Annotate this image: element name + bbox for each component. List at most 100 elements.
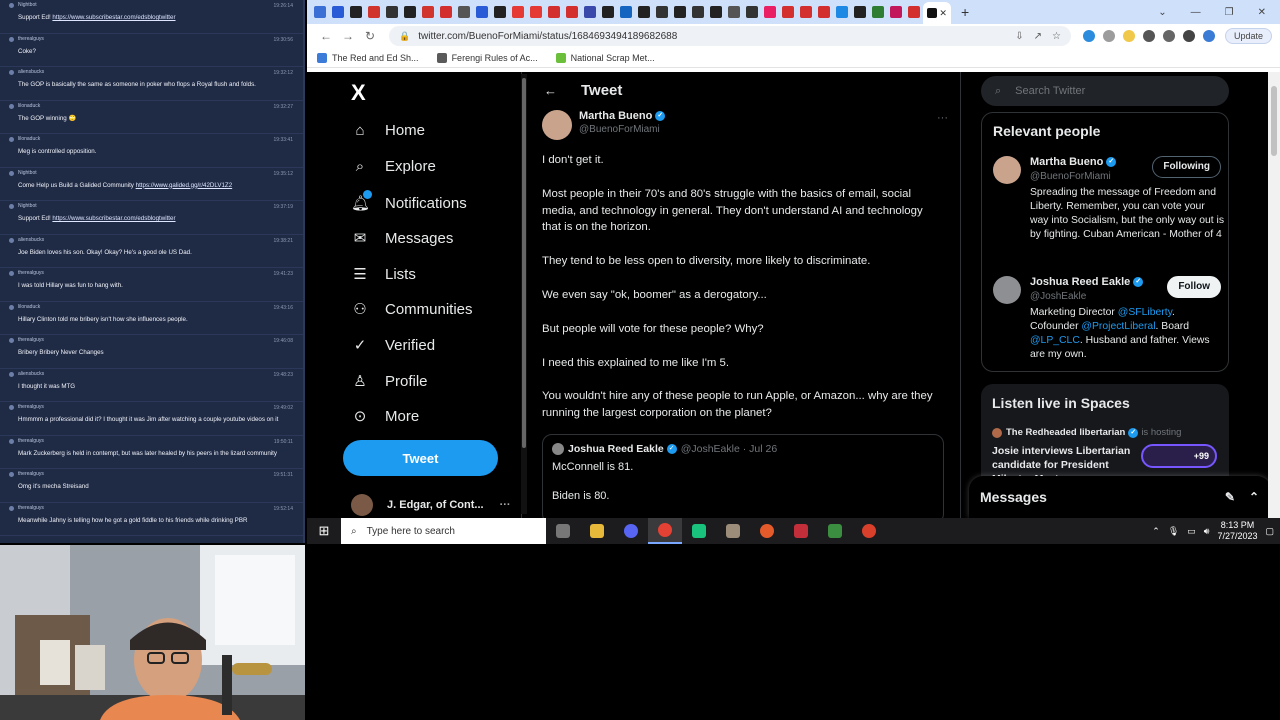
extension-icon[interactable] (1082, 30, 1095, 42)
app-icon[interactable] (716, 518, 750, 544)
browser-tab[interactable] (386, 6, 398, 18)
browser-tab[interactable] (746, 6, 758, 18)
browser-tab[interactable] (710, 6, 722, 18)
app-icon[interactable] (682, 518, 716, 544)
nav-messages[interactable]: ✉ Messages (351, 229, 454, 248)
scrollbar-thumb[interactable] (1271, 86, 1277, 156)
microphone-icon[interactable]: 🎙︎ (1168, 526, 1179, 537)
browser-tab[interactable] (836, 6, 848, 18)
browser-tab[interactable] (908, 6, 920, 18)
volume-icon[interactable]: 🔊︎ (1204, 526, 1210, 537)
sidepanel-icon[interactable] (1182, 30, 1195, 42)
chevron-up-icon[interactable]: ⌃ (1249, 490, 1259, 504)
reload-icon[interactable]: ↻ (359, 29, 381, 43)
close-icon[interactable]: ✕ (939, 8, 947, 19)
update-button[interactable]: Update (1224, 28, 1272, 44)
browser-tab[interactable] (872, 6, 884, 18)
browser-tab[interactable] (440, 6, 452, 18)
tweet-button[interactable]: Tweet (343, 440, 498, 476)
chevron-down-icon[interactable]: ⌄ (1158, 7, 1166, 18)
avatar[interactable] (993, 156, 1021, 184)
browser-tab[interactable] (422, 6, 434, 18)
browser-tab[interactable] (620, 6, 632, 18)
bookmark-item[interactable]: The Red and Ed Sh... (317, 52, 419, 63)
browser-tab[interactable] (674, 6, 686, 18)
close-icon[interactable]: ✕ (1258, 7, 1266, 18)
browser-tab[interactable] (638, 6, 650, 18)
notification-center-icon[interactable]: ▢ (1265, 526, 1274, 537)
tweet-author[interactable]: Martha Bueno ✓ @BuenoForMiami (542, 110, 666, 140)
taskbar-search[interactable]: ⌕ Type here to search (341, 518, 546, 544)
browser-tab[interactable] (530, 6, 542, 18)
browser-tab[interactable] (584, 6, 596, 18)
browser-tab[interactable] (728, 6, 740, 18)
browser-tab[interactable] (332, 6, 344, 18)
app-icon[interactable] (784, 518, 818, 544)
install-icon[interactable]: ⇩ (1015, 31, 1023, 42)
chrome-icon[interactable] (648, 518, 682, 544)
browser-tab[interactable] (404, 6, 416, 18)
mention-link[interactable]: @ProjectLiberal (1081, 321, 1155, 332)
quoted-tweet[interactable]: Joshua Reed Eakle ✓ @JoshEakle · Jul 26 … (542, 434, 944, 518)
messages-drawer[interactable]: Messages ✎ ⌃ (969, 476, 1271, 518)
browser-tab[interactable] (566, 6, 578, 18)
bookmark-item[interactable]: Ferengi Rules of Ac... (436, 52, 538, 63)
browser-tab[interactable] (548, 6, 560, 18)
more-dots-icon[interactable]: ··· (937, 112, 948, 124)
page-scrollbar[interactable] (1268, 72, 1280, 518)
network-icon[interactable]: ▭ (1187, 526, 1196, 537)
media-icon[interactable] (1162, 30, 1175, 42)
person-item[interactable]: Joshua Reed Eakle ✓ @JoshEakle Follow Mar… (993, 276, 1221, 366)
scrollbar-thumb[interactable] (522, 78, 526, 448)
bookmark-star-icon[interactable]: ☆ (1052, 31, 1061, 42)
browser-tab[interactable] (800, 6, 812, 18)
browser-tab[interactable] (494, 6, 506, 18)
discord-icon[interactable] (614, 518, 648, 544)
back-arrow-icon[interactable]: ← (315, 29, 337, 43)
nav-profile[interactable]: ♙ Profile (351, 372, 427, 391)
system-clock[interactable]: 8:13 PM 7/27/2023 (1217, 520, 1257, 542)
browser-tab[interactable] (368, 6, 380, 18)
follow-button[interactable]: Follow (1167, 276, 1221, 298)
extension-icon[interactable] (1122, 30, 1135, 42)
x-logo-icon[interactable]: X (351, 80, 366, 106)
nav-explore[interactable]: ⌕ Explore (351, 158, 436, 175)
browser-tab[interactable] (890, 6, 902, 18)
profile-icon[interactable] (1202, 30, 1215, 42)
person-item[interactable]: Martha Bueno ✓ @BuenoForMiami Following S… (993, 156, 1224, 261)
browser-tab[interactable] (602, 6, 614, 18)
browser-tab[interactable] (764, 6, 776, 18)
browser-tab[interactable] (818, 6, 830, 18)
restore-icon[interactable]: ❐ (1225, 7, 1234, 18)
task-view-icon[interactable] (546, 518, 580, 544)
nav-more[interactable]: ⊙ More (351, 407, 419, 426)
browser-tab[interactable] (350, 6, 362, 18)
share-icon[interactable]: ↗ (1034, 31, 1042, 42)
compose-message-icon[interactable]: ✎ (1225, 490, 1235, 504)
nav-communities[interactable]: ⚇ Communities (351, 300, 472, 319)
app-icon[interactable] (750, 518, 784, 544)
mention-link[interactable]: @SFLiberty (1118, 307, 1172, 318)
nav-verified[interactable]: ✓ Verified (351, 336, 435, 355)
app-icon[interactable] (818, 518, 852, 544)
inner-scrollbar[interactable] (521, 74, 527, 514)
file-explorer-icon[interactable] (580, 518, 614, 544)
forward-arrow-icon[interactable]: → (337, 29, 359, 43)
bookmark-item[interactable]: National Scrap Met... (555, 52, 655, 63)
browser-tab-active[interactable]: ✕ (923, 2, 951, 24)
browser-tab[interactable] (854, 6, 866, 18)
nav-lists[interactable]: ☰ Lists (351, 265, 416, 284)
account-switcher[interactable]: J. Edgar, of Cont... ··· (351, 494, 511, 516)
windows-start-icon[interactable]: ⊞ (307, 523, 341, 539)
browser-tab[interactable] (458, 6, 470, 18)
address-bar[interactable]: 🔒 twitter.com/BuenoForMiami/status/16846… (389, 26, 1071, 46)
nav-home[interactable]: ⌂ Home (351, 122, 425, 139)
search-input[interactable]: ⌕ Search Twitter (981, 76, 1229, 106)
extension-icon[interactable] (1102, 30, 1115, 42)
browser-tab[interactable] (782, 6, 794, 18)
back-arrow-icon[interactable]: ← (544, 83, 557, 98)
browser-tab[interactable] (314, 6, 326, 18)
puzzle-icon[interactable] (1142, 30, 1155, 42)
avatar[interactable] (993, 276, 1021, 304)
avatar[interactable] (542, 110, 572, 140)
